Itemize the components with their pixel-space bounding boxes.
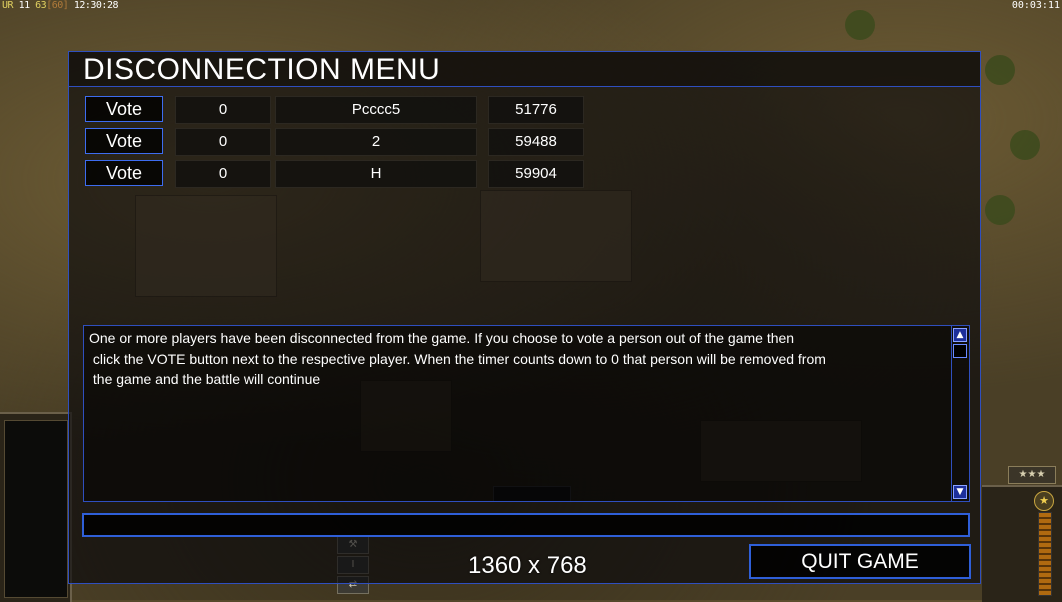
player-name: 2 xyxy=(275,128,477,156)
background-tree xyxy=(845,10,875,40)
arrow-down-icon[interactable]: ▼ xyxy=(953,485,967,499)
game-timer: 00:03:11 xyxy=(1011,0,1060,11)
player-name: H xyxy=(275,160,477,188)
dialog-title-bar: DISCONNECTION MENU xyxy=(69,52,980,87)
player-timer: 0 xyxy=(175,160,271,188)
disconnection-dialog: DISCONNECTION MENU Vote 0 Pcccc5 51776 V… xyxy=(68,51,981,584)
dialog-title: DISCONNECTION MENU xyxy=(83,53,441,86)
hud-level: 11 xyxy=(18,0,31,11)
hud-ur-label: UR xyxy=(2,0,14,11)
background-tree xyxy=(985,55,1015,85)
vote-button[interactable]: Vote xyxy=(85,160,163,186)
background-tree xyxy=(1010,130,1040,160)
general-star-icon[interactable]: ★ xyxy=(1034,491,1054,511)
resolution-overlay: 1360 x 768 xyxy=(468,552,587,579)
player-ping: 59488 xyxy=(488,128,584,156)
hud-status-readout: UR 11 63[60] 12:30:28 xyxy=(2,0,119,11)
player-ping: 59904 xyxy=(488,160,584,188)
player-name: Pcccc5 xyxy=(275,96,477,124)
radar-panel xyxy=(0,412,72,602)
rank-stars-icon: ★★★ xyxy=(1008,466,1056,484)
player-timer: 0 xyxy=(175,96,271,124)
scroll-thumb[interactable] xyxy=(953,344,967,358)
hud-fps: 63 xyxy=(35,0,47,11)
message-box[interactable]: One or more players have been disconnect… xyxy=(83,325,970,502)
player-timer: 0 xyxy=(175,128,271,156)
player-ping: 51776 xyxy=(488,96,584,124)
hud-fps-cap: [60] xyxy=(46,0,69,11)
hud-clock: 12:30:28 xyxy=(73,0,119,11)
radar-minimap[interactable] xyxy=(4,420,68,598)
vote-button[interactable]: Vote xyxy=(85,96,163,122)
chat-input[interactable] xyxy=(82,513,970,537)
message-scrollbar[interactable]: ▲ ▼ xyxy=(951,326,969,501)
vote-button[interactable]: Vote xyxy=(85,128,163,154)
quit-game-button[interactable]: QUIT GAME xyxy=(749,544,971,579)
disconnection-message: One or more players have been disconnect… xyxy=(89,330,826,387)
power-meter xyxy=(1038,512,1052,596)
arrow-up-icon[interactable]: ▲ xyxy=(953,328,967,342)
background-tree xyxy=(985,195,1015,225)
